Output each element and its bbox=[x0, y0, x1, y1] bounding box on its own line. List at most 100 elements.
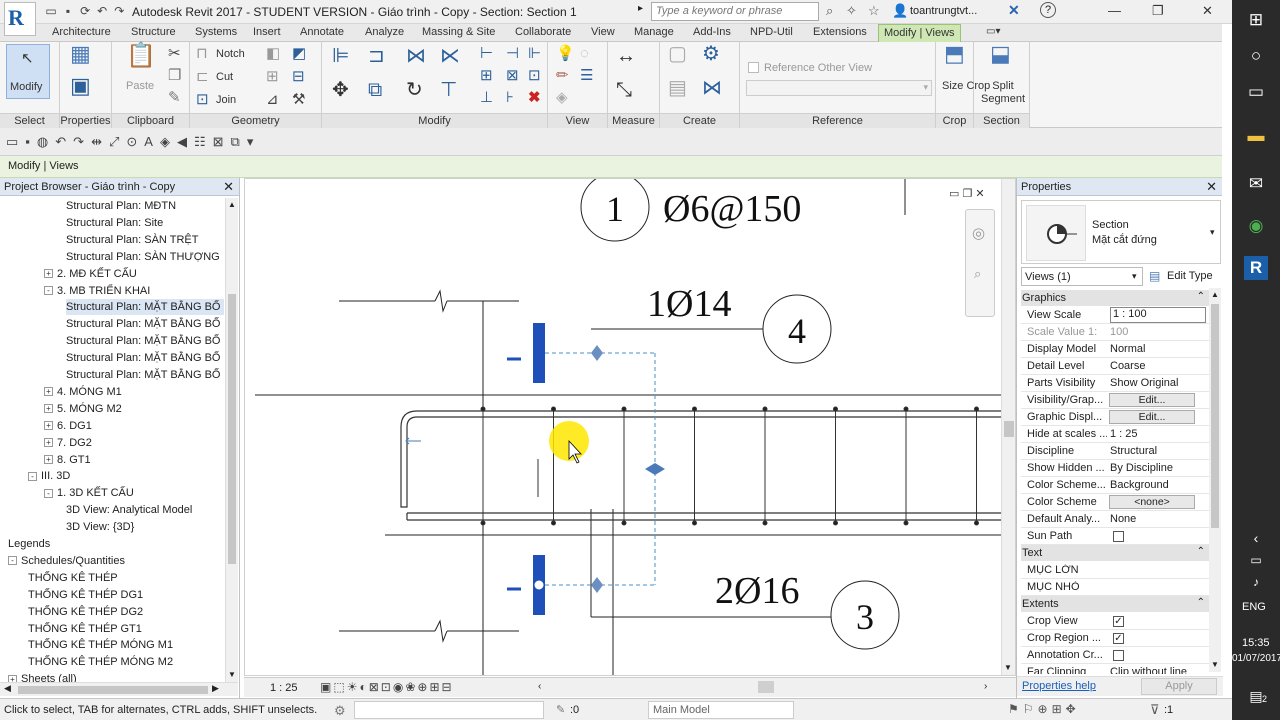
split-icon[interactable]: ⊢ bbox=[480, 46, 493, 62]
scroll-up-icon[interactable]: ▲ bbox=[228, 200, 236, 209]
user-icon[interactable]: 👤 bbox=[892, 3, 908, 19]
property-row[interactable]: Graphic Displ... Edit... bbox=[1021, 409, 1211, 426]
tab-insert[interactable]: Insert bbox=[253, 26, 281, 38]
drawing-canvas[interactable]: 1 Ø6@150 4 1Ø14 3 2Ø16 ▭ ❐ ✕ ◎ ⌕ ▼ bbox=[244, 178, 1016, 676]
property-row[interactable]: Color Scheme... Background bbox=[1021, 477, 1211, 494]
text-qat-icon[interactable]: A bbox=[144, 134, 160, 149]
tree-item[interactable]: THỐNG KÊ THÉP bbox=[28, 570, 224, 586]
search-input[interactable]: Type a keyword or phrase bbox=[651, 2, 819, 21]
open-icon[interactable]: ▭ bbox=[44, 4, 58, 18]
subscription-icon[interactable]: ✧ bbox=[846, 3, 857, 19]
split-segment-icon[interactable]: ⬓ bbox=[990, 43, 1011, 65]
property-row[interactable]: Visibility/Grap... Edit... bbox=[1021, 392, 1211, 409]
zoom-icon[interactable]: ⌕ bbox=[974, 266, 981, 282]
split-segment-button[interactable]: Split Segment bbox=[978, 80, 1028, 106]
tree-node[interactable]: - III. 3D bbox=[28, 468, 224, 484]
3d-view-icon[interactable]: ◈ bbox=[160, 134, 177, 149]
properties-icon[interactable]: ▣ bbox=[70, 75, 91, 97]
view-close-icon[interactable]: ✕ bbox=[975, 188, 984, 200]
view-scale[interactable]: 1 : 25 bbox=[270, 682, 298, 694]
reveal-constraints-icon[interactable]: ⊟ bbox=[442, 680, 454, 694]
properties-scrollbar[interactable]: ▲ ▼ bbox=[1209, 288, 1221, 672]
scroll-up-icon[interactable]: ▲ bbox=[1211, 290, 1219, 299]
section-top-handle[interactable] bbox=[533, 323, 545, 383]
align-icon[interactable]: ⊫ bbox=[332, 46, 349, 66]
tag3-text[interactable]: 2Ø16 bbox=[715, 570, 799, 612]
paint-icon[interactable]: ◩ bbox=[292, 46, 306, 62]
open-file-icon[interactable]: ▭ bbox=[6, 134, 25, 149]
tree-node[interactable]: +4. MÓNG M1 bbox=[44, 384, 224, 400]
scroll-left-icon[interactable]: ◀ bbox=[4, 683, 11, 694]
offset-icon[interactable]: ⊐ bbox=[368, 46, 385, 66]
tree-item[interactable]: Structural Plan: MẶT BẰNG BỐ bbox=[66, 333, 224, 349]
copy-icon[interactable]: ❐ bbox=[168, 68, 181, 84]
save-file-icon[interactable]: ▪ bbox=[25, 134, 37, 149]
expand-icon[interactable]: + bbox=[44, 269, 53, 279]
show-crop-icon[interactable]: ⊡ bbox=[381, 680, 393, 694]
shadows-icon[interactable]: ◐ bbox=[359, 680, 368, 694]
expand-icon[interactable]: + bbox=[44, 438, 53, 448]
undo-qat-icon[interactable]: ↶ bbox=[55, 134, 73, 149]
collapse-icon[interactable]: - bbox=[8, 556, 17, 566]
tag-qat-icon[interactable]: ⊙ bbox=[126, 134, 144, 149]
reference-other-view-checkbox[interactable] bbox=[748, 62, 759, 73]
create-parts-icon[interactable]: ▢ bbox=[668, 44, 687, 64]
tree-item[interactable]: THỐNG KÊ THÉP GT1 bbox=[28, 621, 224, 637]
property-row[interactable]: MỤC NHỎ bbox=[1021, 579, 1211, 596]
property-edit-button[interactable]: <none> bbox=[1109, 495, 1195, 509]
tab-extensions[interactable]: Extensions bbox=[813, 26, 867, 38]
tag4-text[interactable]: 1Ø14 bbox=[647, 283, 731, 325]
move-icon[interactable]: ✥ bbox=[332, 80, 349, 100]
close-icon[interactable]: ✕ bbox=[1202, 3, 1213, 19]
type-selector[interactable]: Section Mặt cắt đứng ▾ bbox=[1021, 200, 1221, 264]
search-icon[interactable]: ⌕ bbox=[826, 3, 833, 19]
property-row[interactable]: Far Clipping Clip without line bbox=[1021, 664, 1211, 674]
property-value[interactable]: Coarse bbox=[1110, 360, 1206, 372]
tree-item[interactable]: Structural Plan: MẶT BẰNG BỐ bbox=[66, 316, 224, 332]
mirror-axis-icon[interactable]: ⋈ bbox=[406, 46, 426, 66]
select-links-icon[interactable]: ⚑ bbox=[1008, 702, 1023, 716]
property-edit-button[interactable]: Edit... bbox=[1109, 410, 1195, 424]
measure-qat-icon[interactable]: ⇹ bbox=[91, 134, 109, 149]
group-extents[interactable]: Extents ⌃ bbox=[1021, 596, 1211, 612]
rotate-icon[interactable]: ↻ bbox=[406, 80, 423, 100]
tree-node[interactable]: +6. DG1 bbox=[44, 418, 224, 434]
join-icon[interactable]: ⊡ bbox=[196, 92, 209, 108]
detail-level-icon[interactable]: ▣ bbox=[320, 680, 333, 694]
tab-manage[interactable]: Manage bbox=[634, 26, 674, 38]
property-value[interactable]: Show Original bbox=[1110, 377, 1206, 389]
property-edit-button[interactable]: Edit... bbox=[1109, 393, 1195, 407]
property-row[interactable]: Show Hidden ... By Discipline bbox=[1021, 460, 1211, 477]
user-name[interactable]: toantrungtvt... bbox=[910, 5, 977, 17]
create-similar-icon[interactable]: ⋈ bbox=[702, 78, 722, 98]
collapse-group-icon[interactable]: ⌃ bbox=[1197, 597, 1205, 608]
property-value[interactable]: Background bbox=[1110, 479, 1206, 491]
select-underlay-icon[interactable]: ⚐ bbox=[1023, 702, 1038, 716]
edit-type-button[interactable]: ▤ Edit Type bbox=[1147, 267, 1221, 286]
restore-icon[interactable]: ❐ bbox=[1152, 3, 1164, 19]
reveal-hidden-icon[interactable]: ❀ bbox=[405, 680, 417, 694]
demolish-icon[interactable]: ⊟ bbox=[292, 69, 305, 85]
property-row[interactable]: Annotation Cr... bbox=[1021, 647, 1211, 664]
clock-time[interactable]: 15:35 bbox=[1242, 637, 1270, 649]
collapse-icon[interactable]: - bbox=[28, 471, 37, 481]
expand-icon[interactable]: + bbox=[44, 455, 53, 465]
cut-clipboard-icon[interactable]: ✂ bbox=[168, 46, 181, 62]
scroll-down-icon[interactable]: ▼ bbox=[1211, 660, 1219, 669]
view-minimize-icon[interactable]: ▭ bbox=[949, 188, 959, 200]
property-row[interactable]: Hide at scales ... 1 : 25 bbox=[1021, 426, 1211, 443]
editing-requests-icon[interactable]: ✎ bbox=[556, 703, 565, 716]
tab-systems[interactable]: Systems bbox=[195, 26, 237, 38]
property-row[interactable]: Scale Value 1: 100 bbox=[1021, 324, 1211, 341]
tree-node[interactable]: + Sheets (all) bbox=[8, 671, 224, 682]
override-icon[interactable]: ◌ bbox=[580, 46, 589, 62]
property-row[interactable]: MỤC LỚN bbox=[1021, 562, 1211, 579]
tree-item[interactable]: THỐNG KÊ THÉP MÓNG M2 bbox=[28, 654, 224, 670]
tree-item[interactable]: THỐNG KÊ THÉP DG1 bbox=[28, 587, 224, 603]
properties-scroll-thumb[interactable] bbox=[1211, 304, 1219, 528]
match-properties-icon[interactable]: ✎ bbox=[168, 90, 181, 106]
visual-style-icon[interactable]: ⬚ bbox=[333, 680, 346, 694]
tree-node[interactable]: +2. MĐ KẾT CẤU bbox=[44, 266, 224, 282]
undo-icon[interactable]: ↶ bbox=[95, 4, 109, 18]
expand-icon[interactable]: + bbox=[44, 404, 53, 414]
